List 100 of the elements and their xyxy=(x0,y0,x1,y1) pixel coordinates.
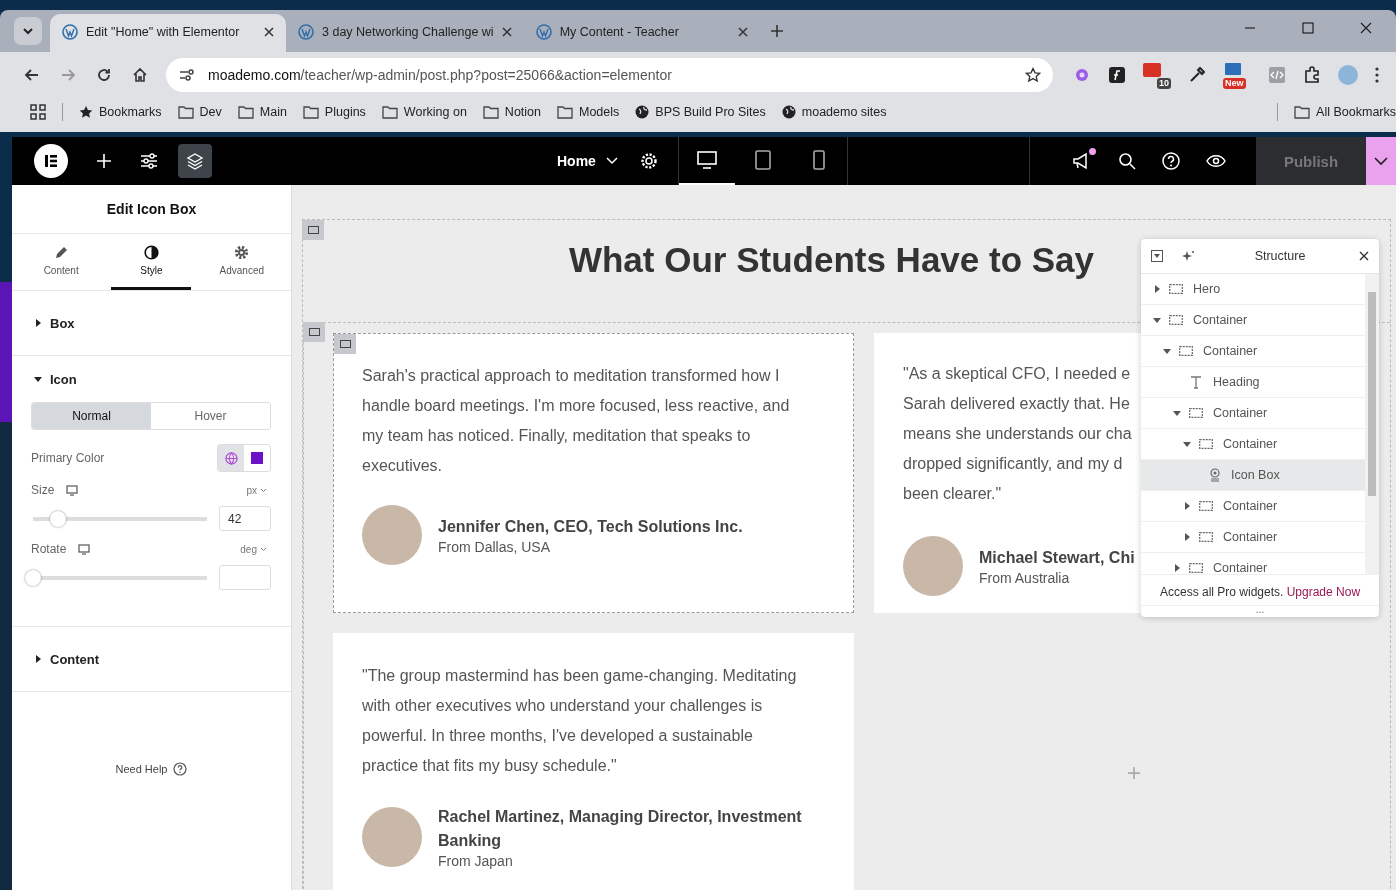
bookmark-item[interactable]: moademo sites xyxy=(781,105,887,119)
slider-thumb[interactable] xyxy=(50,510,67,527)
upgrade-link[interactable]: Upgrade Now xyxy=(1286,585,1361,599)
new-tab-icon[interactable] xyxy=(769,24,784,38)
publish-options-button[interactable] xyxy=(1366,137,1396,185)
reload-icon[interactable] xyxy=(96,66,112,83)
calendar-extension[interactable]: 10 xyxy=(1143,60,1171,89)
caret-right-icon[interactable] xyxy=(1183,502,1191,510)
bookmark-item[interactable]: Models xyxy=(557,105,620,119)
bookmark-item[interactable]: Notion xyxy=(482,105,541,119)
structure-item[interactable]: Icon Box xyxy=(1141,460,1365,491)
testimonial-quote: "The group mastermind has been game-changing. Meditating with other executives who understand your challenges is powerful. In three months, I've developed a sustainable practice that fits my busy schedule." xyxy=(362,666,798,776)
menu-icon[interactable] xyxy=(1375,66,1379,83)
number-input[interactable]: 42 xyxy=(219,506,271,531)
scrollbar[interactable] xyxy=(1365,274,1379,574)
bookmark-item[interactable]: BPS Build Pro Sites xyxy=(635,105,766,119)
browser-tab[interactable]: Edit "Home" with Elementor xyxy=(50,14,286,52)
person-name: Jennifer Chen, CEO, Tech Solutions Inc. xyxy=(438,517,743,537)
panel-tab[interactable]: Content xyxy=(21,234,102,290)
code-icon[interactable] xyxy=(1268,65,1286,84)
bookmark-item[interactable]: Main xyxy=(237,105,287,119)
pencil-icon xyxy=(53,245,69,260)
elementor-logo-icon[interactable] xyxy=(34,144,68,178)
star-icon[interactable] xyxy=(1025,66,1041,83)
testimonial-card[interactable] xyxy=(333,633,854,890)
structure-button[interactable] xyxy=(178,144,212,178)
structure-item[interactable]: Hero xyxy=(1141,274,1365,305)
number-input[interactable] xyxy=(219,565,271,590)
caret-right-icon[interactable] xyxy=(1183,533,1191,541)
address-bar[interactable]: moademo.com/teacher/wp-admin/post.php?post=25066&action=elementor xyxy=(166,57,1053,92)
close-icon[interactable] xyxy=(737,27,748,37)
bookmark-item[interactable]: Bookmarks xyxy=(79,105,162,119)
caret-right-icon[interactable] xyxy=(1153,285,1161,293)
state-tab[interactable]: Normal xyxy=(32,403,151,429)
unit-dropdown[interactable]: deg xyxy=(240,543,271,555)
home-icon[interactable] xyxy=(132,66,148,83)
need-help-link[interactable]: Need Help xyxy=(12,762,291,776)
caret-down-icon[interactable] xyxy=(1163,347,1171,355)
new-badge: New xyxy=(1223,77,1246,89)
caret-down-icon[interactable] xyxy=(1183,440,1191,448)
container-icon xyxy=(1179,346,1193,356)
section-header[interactable]: Icon xyxy=(12,356,291,402)
widget-handle-icon[interactable] xyxy=(334,334,356,354)
photo-placeholder xyxy=(362,505,422,565)
all-bookmarks-item[interactable]: All Bookmarks xyxy=(1294,105,1396,119)
browser-tab[interactable]: 3 day Networking Challenge wi xyxy=(286,14,524,52)
desktop-icon xyxy=(696,151,717,169)
container-icon xyxy=(1189,563,1203,573)
bookmark-item[interactable]: Working on xyxy=(381,105,467,119)
close-icon[interactable] xyxy=(264,27,274,37)
help-icon[interactable] xyxy=(1162,152,1180,170)
chevron-down-icon xyxy=(1374,156,1388,166)
person-name: Michael Stewart, Chi xyxy=(979,548,1135,568)
close-icon[interactable] xyxy=(1360,22,1372,34)
icon-box-icon xyxy=(1209,468,1221,482)
font-icon[interactable] xyxy=(1108,65,1126,84)
sliders-icon[interactable] xyxy=(140,153,158,169)
maximize-icon[interactable] xyxy=(1302,22,1314,34)
section-header[interactable]: Content xyxy=(12,627,291,691)
contrast-icon xyxy=(144,245,159,260)
browser-tab[interactable]: My Content - Teacher xyxy=(523,14,760,52)
bookmark-item[interactable]: Dev xyxy=(177,105,222,119)
close-icon[interactable] xyxy=(1359,251,1369,261)
bookmark-item[interactable]: Plugins xyxy=(302,105,366,119)
settings-icon[interactable] xyxy=(639,152,658,170)
slider-thumb[interactable] xyxy=(25,569,41,586)
collapse-all-icon[interactable] xyxy=(1151,250,1163,262)
close-icon[interactable] xyxy=(501,27,512,37)
caret-right-icon[interactable] xyxy=(1173,564,1181,572)
testimonial-card[interactable]: "As a skeptical CFO, I needed e Sarah delivered exactly that. He means she understands our cha dropped significantly, and my d been clearer." Michael Stewart, Chi From Australia xyxy=(874,333,1142,613)
caret-down-icon[interactable] xyxy=(1173,409,1181,417)
caret-down-icon[interactable] xyxy=(1153,316,1161,324)
new-extension[interactable]: New xyxy=(1223,60,1251,89)
add-icon[interactable] xyxy=(96,153,112,169)
resize-handle[interactable]: ... xyxy=(1141,605,1379,617)
panel-tab[interactable]: Style xyxy=(111,234,192,290)
control-label: Size xyxy=(31,483,55,497)
page-dropdown[interactable]: Home xyxy=(541,153,634,169)
unit-dropdown[interactable]: px xyxy=(246,484,271,496)
site-settings-icon xyxy=(178,67,196,82)
container-handle-icon[interactable] xyxy=(303,322,325,342)
back-icon[interactable] xyxy=(24,66,40,83)
puzzle-icon[interactable] xyxy=(1303,65,1321,84)
container-handle-icon[interactable] xyxy=(302,220,324,240)
section-header[interactable]: Box xyxy=(12,291,291,355)
search-icon[interactable] xyxy=(1118,152,1136,170)
tab-search-button[interactable] xyxy=(14,17,42,45)
folder-icon xyxy=(1294,105,1311,119)
url-text: moademo.com/teacher/wp-admin/post.php?post=25066&action=elementor xyxy=(208,66,673,83)
folder-icon xyxy=(177,105,194,119)
global-colors-button[interactable] xyxy=(218,445,244,471)
panel-tab[interactable]: Advanced xyxy=(201,234,282,290)
apps-icon[interactable] xyxy=(30,104,46,120)
person-name: Rachel Martinez, Managing Director, Investment Banking xyxy=(438,807,803,851)
help-icon xyxy=(173,762,188,776)
testimonial-quote: "As a skeptical CFO, I needed e Sarah delivered exactly that. He means she understands our cha dropped significantly, and my d been clearer." xyxy=(903,364,1133,504)
testimonial-card[interactable] xyxy=(333,333,854,613)
control-label: Primary Color xyxy=(31,451,106,465)
tablet-icon xyxy=(754,150,771,170)
preview-eye-icon[interactable] xyxy=(1206,154,1226,168)
